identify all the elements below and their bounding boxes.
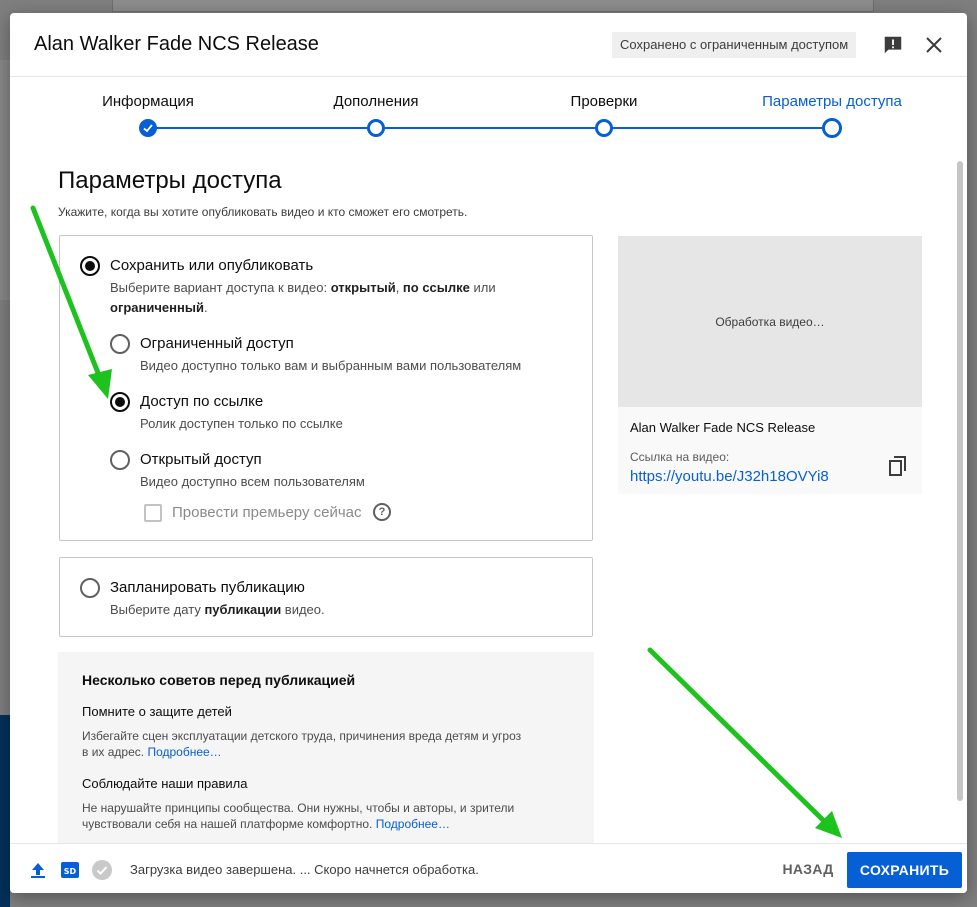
dialog-title: Alan Walker Fade NCS Release (34, 33, 319, 55)
publish-tips-panel: Несколько советов перед публикацией Помн… (58, 652, 594, 852)
upload-stepper: Информация Дополнения Проверки Параметры… (10, 77, 967, 157)
content-scrollbar[interactable] (957, 161, 963, 801)
step-label-checks[interactable]: Проверки (571, 93, 638, 110)
private-option-description: Видео доступно только вам и выбранным ва… (140, 358, 522, 373)
video-link-label: Ссылка на видео: (630, 450, 730, 464)
save-publish-description: Выберите вариант доступа к видео: открыт… (110, 280, 496, 315)
video-link[interactable]: https://youtu.be/J32h18OVYi8 (630, 468, 829, 485)
public-option-label[interactable]: Открытый доступ (140, 451, 262, 468)
tip-text: Не нарушайте принципы сообщества. Они ну… (82, 801, 515, 831)
unlisted-option-description: Ролик доступен только по ссылке (140, 416, 343, 431)
tip-text: Избегайте сцен эксплуатации детского тру… (82, 729, 522, 759)
processing-text: Обработка видео… (715, 314, 825, 329)
copy-icon[interactable] (886, 454, 910, 478)
schedule-card: Запланировать публикацию Выберите дату п… (59, 557, 593, 637)
tip-heading: Соблюдайте наши правила (82, 776, 248, 791)
saved-status-badge: Сохранено с ограниченным доступом (612, 32, 857, 58)
private-radio[interactable] (110, 334, 130, 354)
step-label-info[interactable]: Информация (102, 93, 194, 110)
unlisted-option-label[interactable]: Доступ по ссылке (140, 393, 263, 410)
check-status-icon (92, 860, 112, 880)
background-sidebar (0, 60, 10, 300)
step-done-check-icon[interactable] (139, 119, 157, 137)
premiere-label[interactable]: Провести премьеру сейчас (172, 504, 362, 521)
stepper-line (148, 127, 832, 129)
sd-badge-text: SD (64, 867, 77, 876)
private-option-label[interactable]: Ограниченный доступ (140, 335, 294, 352)
step-label-visibility[interactable]: Параметры доступа (762, 93, 902, 110)
visibility-dialog: Alan Walker Fade NCS Release Сохранено с… (10, 13, 967, 893)
schedule-description: Выберите дату публикации видео. (110, 602, 325, 617)
upload-status-text: Загрузка видео завершена. ... Скоро начн… (130, 862, 479, 877)
tip-more-link[interactable]: Подробнее… (147, 745, 221, 759)
step-dot-extras[interactable] (367, 119, 385, 137)
step-dot-checks[interactable] (595, 119, 613, 137)
tip-heading: Помните о защите детей (82, 704, 232, 719)
public-radio[interactable] (110, 450, 130, 470)
video-preview-card: Обработка видео… Alan Walker Fade NCS Re… (618, 236, 922, 494)
help-icon[interactable]: ? (373, 503, 391, 521)
page-subtitle: Укажите, когда вы хотите опубликовать ви… (58, 205, 468, 219)
upload-icon (28, 860, 48, 880)
background-search-bar (112, 0, 874, 12)
public-option-description: Видео доступно всем пользователям (140, 474, 365, 489)
feedback-icon[interactable] (879, 31, 907, 59)
save-publish-label[interactable]: Сохранить или опубликовать (110, 257, 313, 274)
background-banner (0, 715, 10, 907)
hd-status-icon: SD (60, 860, 80, 880)
dialog-footer: SD Загрузка видео завершена. ... Скоро н… (10, 843, 967, 893)
back-button[interactable]: НАЗАД (772, 852, 844, 886)
schedule-label[interactable]: Запланировать публикацию (110, 579, 305, 596)
save-publish-card: Сохранить или опубликовать Выберите вари… (59, 235, 593, 541)
schedule-radio[interactable] (80, 578, 100, 598)
unlisted-radio[interactable] (110, 392, 130, 412)
step-label-extras[interactable]: Дополнения (334, 93, 419, 110)
close-icon[interactable] (920, 31, 948, 59)
step-dot-visibility[interactable] (822, 118, 842, 138)
premiere-checkbox[interactable] (144, 504, 162, 522)
page-title: Параметры доступа (58, 167, 282, 194)
video-name: Alan Walker Fade NCS Release (630, 420, 816, 435)
tips-title: Несколько советов перед публикацией (82, 672, 356, 688)
save-publish-radio[interactable] (80, 256, 100, 276)
save-button[interactable]: СОХРАНИТЬ (847, 852, 962, 888)
tip-more-link[interactable]: Подробнее… (376, 817, 450, 831)
dialog-header: Alan Walker Fade NCS Release Сохранено с… (10, 13, 967, 77)
video-thumbnail: Обработка видео… (618, 236, 922, 407)
